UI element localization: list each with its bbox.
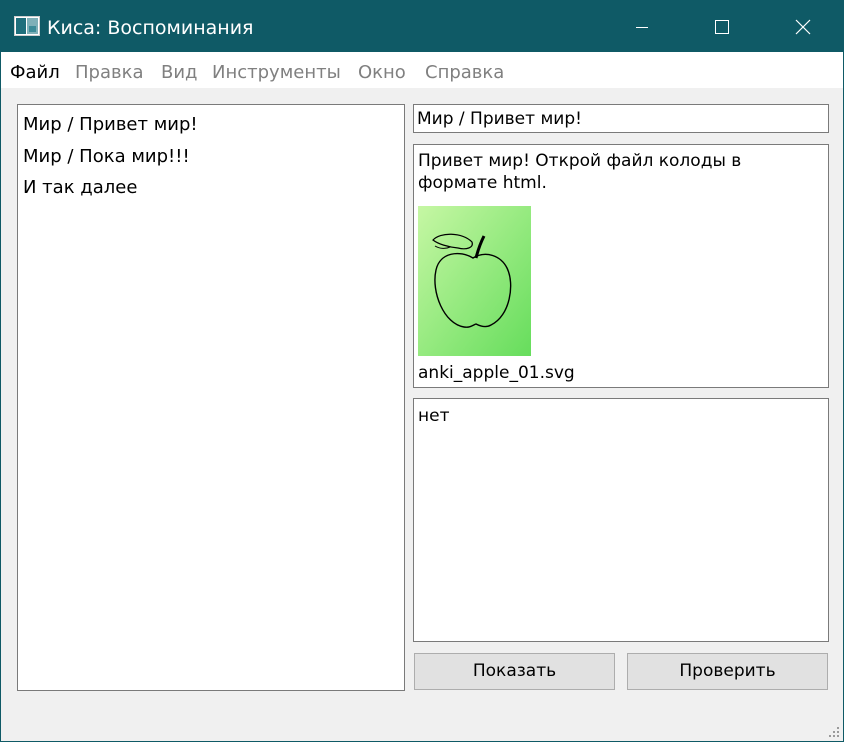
list-item[interactable]: Мир / Привет мир!	[23, 113, 198, 137]
maximize-icon	[715, 19, 729, 34]
show-button[interactable]: Показать	[414, 653, 615, 690]
menu-bar: Файл Правка Вид Инструменты Окно Справка	[1, 52, 843, 88]
answer-field[interactable]: нет	[413, 398, 829, 642]
check-button[interactable]: Проверить	[627, 653, 828, 690]
title-bar[interactable]: Киса: Воспоминания	[1, 1, 843, 52]
list-item[interactable]: Мир / Пока мир!!!	[23, 145, 190, 169]
app-icon	[14, 16, 40, 36]
menu-view[interactable]: Вид	[161, 61, 198, 85]
cards-list[interactable]: Мир / Привет мир! Мир / Пока мир!!! И та…	[17, 104, 405, 691]
answer-value: нет	[418, 406, 450, 426]
menu-tools[interactable]: Инструменты	[212, 61, 341, 85]
card-text: Привет мир! Открой файл колоды в формате…	[418, 151, 742, 193]
menu-window[interactable]: Окно	[358, 61, 406, 85]
maximize-button[interactable]	[682, 1, 762, 52]
minimize-icon	[636, 26, 648, 28]
close-icon	[795, 19, 811, 34]
question-field[interactable]: Мир / Привет мир!	[413, 104, 829, 133]
menu-edit[interactable]: Правка	[75, 61, 144, 85]
resize-grip-icon[interactable]	[828, 726, 840, 738]
menu-help[interactable]: Справка	[425, 61, 504, 85]
menu-file[interactable]: Файл	[10, 61, 60, 85]
window-title: Киса: Воспоминания	[47, 17, 254, 39]
image-caption: anki_apple_01.svg	[418, 363, 575, 383]
app-window: Киса: Воспоминания Файл Правка Вид Инстр…	[0, 0, 844, 742]
question-value: Мир / Привет мир!	[417, 109, 582, 129]
apple-image	[418, 206, 531, 356]
card-content: Привет мир! Открой файл колоды в формате…	[413, 144, 829, 388]
list-item[interactable]: И так далее	[23, 176, 137, 200]
minimize-button[interactable]	[602, 1, 682, 52]
close-button[interactable]	[763, 1, 843, 52]
